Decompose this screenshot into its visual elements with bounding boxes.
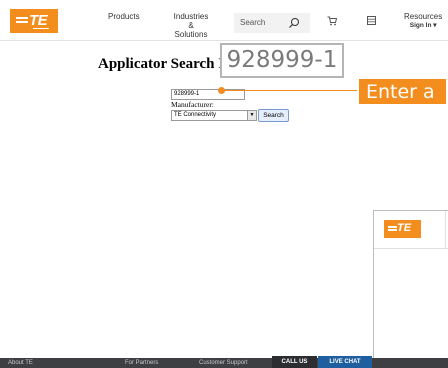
resources-label: Resources — [404, 12, 443, 21]
logo-stripes-icon — [16, 17, 28, 19]
popup-logo-stripes-icon — [388, 226, 397, 228]
sign-in-link[interactable]: Sign In ▾ — [404, 21, 442, 30]
footer-about-link[interactable]: About TE — [8, 360, 33, 366]
nav-industries-solutions[interactable]: Industries & Solutions — [171, 12, 211, 39]
instruction-callout: Enter a — [357, 77, 448, 106]
site-footer: About TE For Partners Customer Support — [0, 358, 448, 368]
manufacturer-selected-value: TE Connectivity — [174, 112, 217, 118]
search-button[interactable]: Search — [258, 109, 289, 122]
footer-partners-link[interactable]: For Partners — [125, 360, 158, 366]
footer-support-link[interactable]: Customer Support — [199, 360, 248, 366]
nav-products[interactable]: Products — [108, 12, 140, 21]
call-us-button[interactable]: CALL US — [272, 356, 317, 368]
logo-text: TE — [29, 12, 48, 29]
search-placeholder: Search — [240, 18, 266, 27]
popup-te-logo: TE — [384, 220, 421, 238]
popup-divider — [445, 211, 446, 248]
site-search-input[interactable]: Search — [234, 13, 310, 33]
cart-icon[interactable] — [327, 16, 337, 26]
manufacturer-label: Manufacturer: — [171, 100, 214, 109]
popup-logo-text: TE — [397, 222, 412, 234]
nav-industries-line2: Solutions — [174, 30, 208, 39]
popup-header: TE — [374, 211, 448, 249]
search-icon[interactable] — [288, 17, 300, 29]
resources-menu[interactable]: Resources Sign In ▾ — [404, 12, 442, 30]
popup-window: TE — [373, 210, 448, 360]
menu-grid-icon[interactable] — [367, 16, 376, 25]
nav-industries-line1: Industries & — [173, 12, 209, 30]
site-header: TE Products Industries & Solutions Searc… — [0, 0, 448, 41]
dropdown-arrow-icon[interactable]: ▼ — [247, 111, 256, 120]
logo-underline — [33, 28, 49, 29]
callout-connector-line — [222, 90, 358, 91]
live-chat-button[interactable]: LIVE CHAT — [318, 356, 372, 368]
page-title: Applicator Search I — [98, 56, 225, 72]
te-logo[interactable]: TE — [10, 9, 58, 33]
manufacturer-select[interactable]: TE Connectivity ▼ — [171, 110, 257, 121]
callout-pointer-dot — [218, 87, 225, 94]
zoomed-part-number-callout: 928999-1 — [220, 43, 344, 78]
